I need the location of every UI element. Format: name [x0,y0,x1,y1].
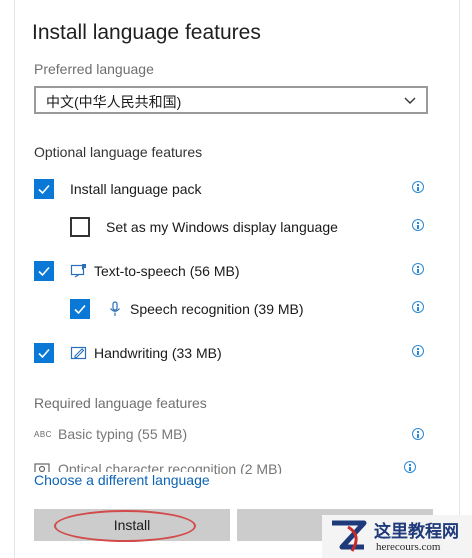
checkbox-unchecked[interactable] [70,217,90,237]
info-icon[interactable] [412,181,424,193]
text-to-speech-icon [70,262,88,280]
info-icon[interactable] [412,428,424,440]
watermark-domain: herecours.com [376,541,441,553]
option-text-to-speech[interactable]: Text-to-speech (56 MB) [34,260,240,282]
required-item-label: Basic typing (55 MB) [58,426,188,442]
option-set-display-language[interactable]: Set as my Windows display language [70,216,338,238]
checkbox-checked[interactable] [34,261,54,281]
watermark: 这里教程网 herecours.com [322,515,472,558]
option-label: Text-to-speech (56 MB) [94,263,240,279]
info-icon[interactable] [404,461,416,473]
option-label: Install language pack [70,181,202,197]
watermark-logo-icon [332,520,367,552]
option-label: Speech recognition (39 MB) [130,301,304,317]
preferred-language-value: 中文(中华人民共和国) [46,94,182,110]
chevron-down-icon [404,97,416,104]
option-speech-recognition[interactable]: Speech recognition (39 MB) [70,298,304,320]
optional-features-heading: Optional language features [34,144,203,160]
option-handwriting[interactable]: Handwriting (33 MB) [34,342,222,364]
checkbox-checked[interactable] [34,343,54,363]
required-basic-typing: ABC Basic typing (55 MB) [34,424,187,444]
info-icon[interactable] [412,345,424,357]
info-icon[interactable] [412,219,424,231]
info-icon[interactable] [412,263,424,275]
microphone-icon [106,300,124,318]
watermark-title: 这里教程网 [374,522,459,542]
required-features-heading: Required language features [34,395,207,411]
checkbox-checked[interactable] [34,179,54,199]
preferred-language-select[interactable]: 中文(中华人民共和国) [34,86,428,114]
checkbox-checked[interactable] [70,299,90,319]
handwriting-icon [70,344,88,362]
option-install-language-pack[interactable]: Install language pack [34,178,202,200]
choose-different-language-link[interactable]: Choose a different language [34,472,214,488]
dialog-title: Install language features [32,21,261,44]
keyboard-abc-icon: ABC [34,429,52,439]
preferred-language-label: Preferred language [34,61,154,77]
info-icon[interactable] [412,301,424,313]
option-label: Set as my Windows display language [106,219,338,235]
option-label: Handwriting (33 MB) [94,345,222,361]
annotation-circle [54,510,196,542]
